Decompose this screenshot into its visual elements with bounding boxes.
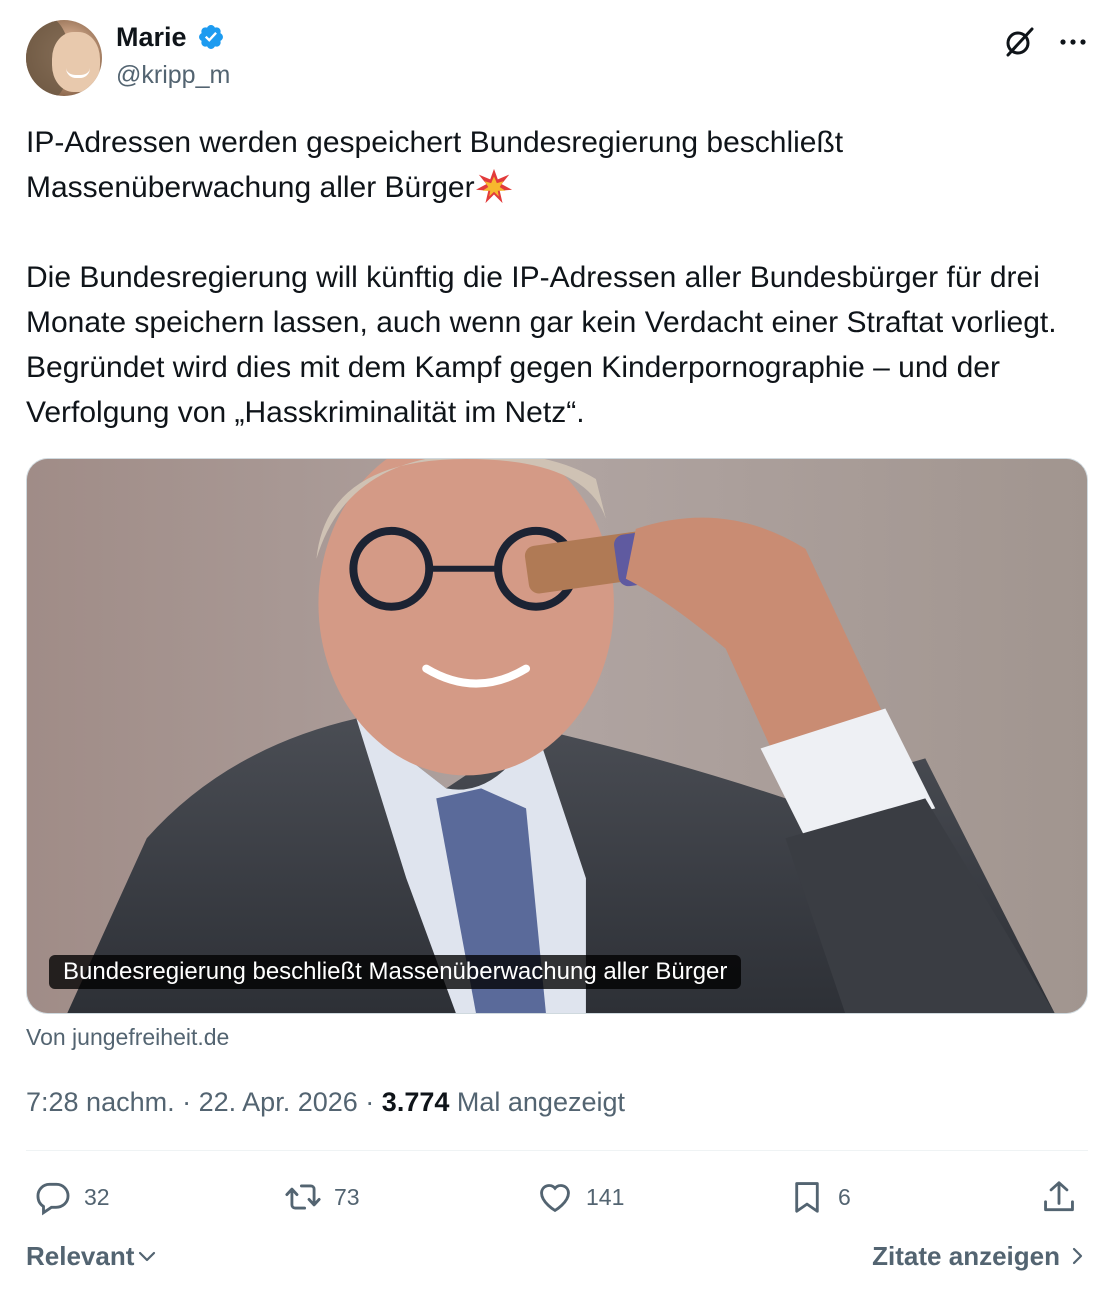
view-quotes-link[interactable]: Zitate anzeigen bbox=[872, 1236, 1088, 1276]
tweet-paragraph-1: IP-Adressen werden gespeichert Bundesreg… bbox=[26, 126, 844, 204]
quotes-label: Zitate anzeigen bbox=[872, 1241, 1060, 1271]
repost-count: 73 bbox=[334, 1183, 360, 1210]
author-display-name[interactable]: Marie bbox=[116, 20, 187, 54]
reply-icon bbox=[36, 1182, 70, 1216]
more-options-icon[interactable] bbox=[1058, 27, 1088, 57]
card-image bbox=[27, 459, 1087, 1013]
author-names: Marie @kripp_m bbox=[116, 20, 230, 92]
like-button[interactable]: 141 bbox=[536, 1170, 624, 1224]
divider bbox=[26, 1150, 1088, 1151]
tweet-text: IP-Adressen werden gespeichert Bundesreg… bbox=[26, 120, 1088, 435]
tweet-paragraph-2: Die Bundesregierung will künftig die IP-… bbox=[26, 261, 1057, 429]
like-count: 141 bbox=[586, 1183, 625, 1210]
bookmark-count: 6 bbox=[838, 1183, 851, 1210]
tweet-actions: 32 73 141 6 bbox=[26, 1170, 1088, 1224]
bookmark-icon bbox=[795, 1182, 819, 1213]
views-count: 3.774 bbox=[381, 1087, 450, 1117]
card-source-link[interactable]: Von jungefreiheit.de bbox=[26, 1022, 229, 1052]
bookmark-button[interactable]: 6 bbox=[788, 1170, 851, 1224]
share-button[interactable] bbox=[1040, 1170, 1078, 1224]
views-label: Mal angezeigt bbox=[456, 1087, 625, 1117]
repost-icon bbox=[285, 1184, 321, 1210]
verified-badge-icon bbox=[199, 25, 223, 49]
reply-count: 32 bbox=[84, 1183, 110, 1210]
collision-emoji-icon bbox=[475, 168, 512, 204]
replies-footer: Relevant Zitate anzeigen bbox=[26, 1236, 1088, 1276]
reply-button[interactable]: 32 bbox=[34, 1170, 110, 1224]
chevron-down-icon bbox=[139, 1251, 156, 1262]
sort-dropdown[interactable]: Relevant bbox=[26, 1236, 158, 1276]
grok-icon[interactable] bbox=[1002, 25, 1036, 59]
like-heart-icon bbox=[540, 1184, 570, 1213]
tweet-meta: 7:28 nachm. · 22. Apr. 2026 · 3.774 Mal … bbox=[26, 1087, 625, 1117]
repost-button[interactable]: 73 bbox=[284, 1170, 360, 1224]
chevron-right-icon bbox=[1072, 1247, 1083, 1265]
avatar[interactable] bbox=[26, 20, 102, 96]
tweet-time[interactable]: 7:28 nachm. bbox=[26, 1087, 175, 1117]
card-caption: Bundesregierung beschließt Massenüberwac… bbox=[49, 955, 742, 989]
tweet-header: Marie @kripp_m bbox=[26, 18, 1088, 98]
sort-label: Relevant bbox=[26, 1241, 135, 1271]
share-icon bbox=[1044, 1181, 1074, 1212]
link-card[interactable]: Bundesregierung beschließt Massenüberwac… bbox=[26, 458, 1088, 1014]
author-handle[interactable]: @kripp_m bbox=[116, 58, 230, 92]
tweet-date[interactable]: 22. Apr. 2026 bbox=[199, 1087, 358, 1117]
